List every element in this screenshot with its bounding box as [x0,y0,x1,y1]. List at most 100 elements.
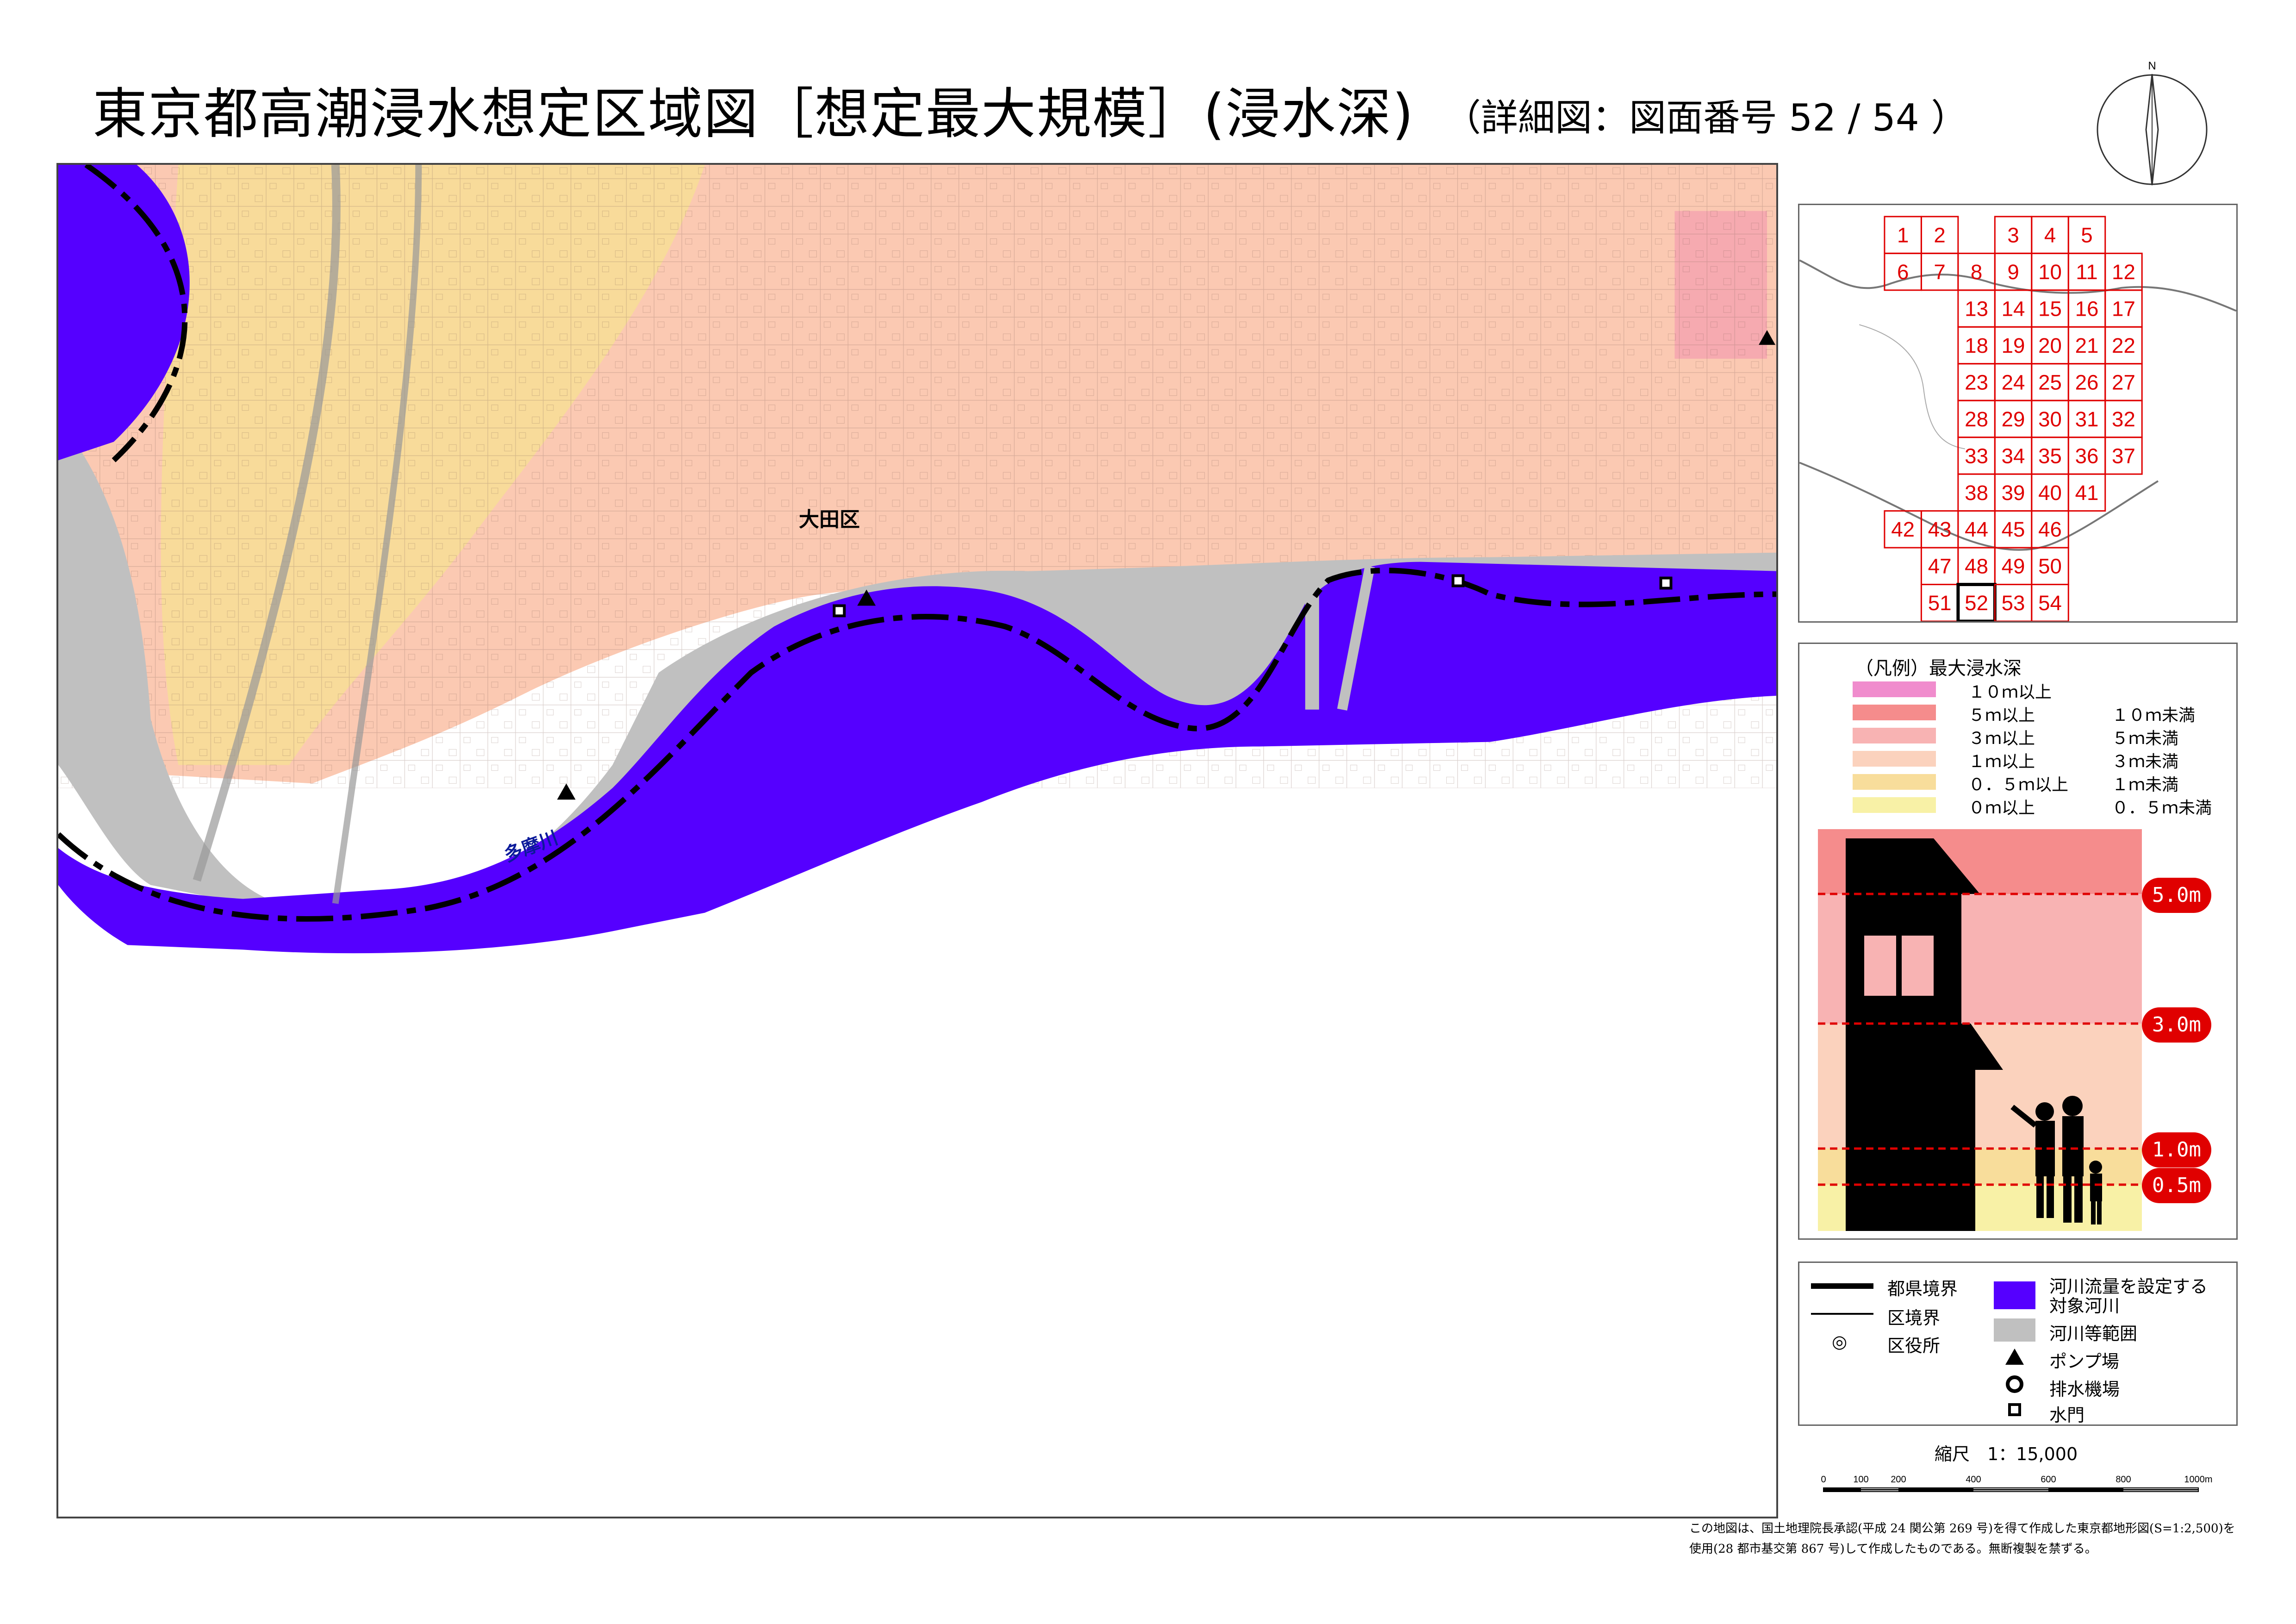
legend-swatch [1853,728,1936,743]
depth-legend: （凡例）最大浸水深 １０ｍ以上 ５ｍ以上 １０ｍ未満 ３ｍ以上 ５ｍ未満 １ｍ以… [1798,643,2238,1240]
ward-border-label: 区境界 [1887,1308,1941,1328]
index-cell-label: 35 [2038,444,2062,468]
scale-tick: 200 [1891,1474,1906,1485]
scale-tick: 800 [2116,1474,2131,1485]
index-cell-label: 53 [2002,591,2025,615]
river-area-label: 河川等範囲 [2049,1324,2138,1344]
index-cell-label: 1 [1897,223,1909,247]
scale-tick: 600 [2041,1474,2056,1485]
water-gate-icon[interactable] [1659,576,1673,590]
pump-icon [2005,1349,2024,1365]
scale-tick: 400 [1966,1474,1981,1485]
water-gate-icon[interactable] [1451,574,1465,587]
index-cell-label: 48 [1965,555,1988,578]
index-cell-label: 46 [2038,518,2062,541]
legend-swatch [1853,774,1936,790]
depth-legend-title: （凡例）最大浸水深 [1855,658,2022,679]
index-cell-label: 21 [2075,334,2099,357]
pump-label: ポンプ場 [2049,1351,2119,1372]
legend-min: １ｍ以上 [1968,752,2035,771]
index-cell-label: 44 [1965,518,1988,541]
map-canvas[interactable] [58,165,1776,1517]
scale-tick: 100 [1853,1474,1868,1485]
scale-tick: 0 [1821,1474,1826,1485]
index-cell-label: 34 [2002,444,2025,468]
index-cell-label: 8 [1971,260,1982,284]
index-cell-label: 25 [2038,370,2062,394]
legend-row-3-5m: ３ｍ以上 ５ｍ未満 [1853,725,2214,748]
drain-label: 排水機場 [2049,1379,2120,1399]
index-cell-label: 26 [2075,370,2099,394]
index-cell-label: 33 [1965,444,1988,468]
legend-row-0-05m: ０ｍ以上 ０．５ｍ未満 [1853,794,2214,818]
index-cell-label: 42 [1891,518,1915,541]
index-cell-label: 12 [2112,260,2135,284]
index-cell-label: 38 [1965,481,1988,505]
water-gate-icon[interactable] [833,604,846,618]
index-cell-label: 36 [2075,444,2099,468]
index-cell-label: 18 [1965,334,1988,357]
legend-row-05-1m: ０．５ｍ以上 １ｍ未満 [1853,771,2214,794]
legend-swatch [1853,681,1936,697]
legend-max: １０ｍ未満 [2112,706,2196,725]
index-cell-label: 51 [1928,591,1952,615]
index-cell-label: 52 [1965,591,1988,615]
index-cell-label: 41 [2075,481,2099,505]
ward-label: 大田区 [799,508,860,531]
index-map: 1 2 3 4 5 6 7 8 9 10 11 12 13 14 15 16 17 18 19 20 21 22 23 24 2… [1798,204,2238,623]
index-cell-label: 24 [2002,370,2025,394]
compass-icon: N [2097,60,2208,186]
page-title: 東京都高潮浸水想定区域図［想定最大規模］(浸水深) [93,82,1415,146]
legend-row-5-10m: ５ｍ以上 １０ｍ未満 [1853,702,2214,725]
copyright-note: この地図は、国土地理院長承認(平成 24 関公第 269 号)を得て作成した東京… [1689,1522,2235,1556]
target-river-label-2: 対象河川 [2049,1296,2120,1316]
legend-max: ５ｍ未満 [2112,729,2179,748]
scale-tick: 1000m [2184,1474,2212,1485]
legend-min: １０ｍ以上 [1968,683,2052,702]
index-cell-label: 49 [2002,555,2025,578]
ward-office-label: 区役所 [1887,1336,1941,1356]
index-cell-label: 9 [2007,260,2019,284]
index-cell-label: 45 [2002,518,2025,541]
legend-min: ３ｍ以上 [1968,729,2035,748]
target-river-swatch [1994,1281,2035,1309]
index-cell-label: 20 [2038,334,2062,357]
depth-marker-05m: 0.5m [2142,1168,2211,1203]
index-cell-label: 40 [2038,481,2062,505]
index-cell-label: 14 [2002,297,2025,320]
index-cell-label: 16 [2075,297,2099,320]
index-map-canvas: 1 2 3 4 56 7 8 9 10 11 1213 14 15 16 1718 19 20 21 2223 24 2… [1799,216,2236,621]
index-cell-label: 30 [2038,407,2062,431]
index-cell-label: 28 [1965,407,1988,431]
legend-row-10m: １０ｍ以上 [1853,679,2214,702]
legend-max: １ｍ未満 [2112,775,2179,794]
index-cell-label: 50 [2038,555,2062,578]
index-cell-label: 6 [1897,260,1909,284]
index-cell-label: 23 [1965,370,1988,394]
scale-bar: 0 100 200 400 600 800 1000m [1821,1474,2213,1492]
sheet-number: （詳細図：図面番号 52 / 54 ） [1444,96,1968,139]
gate-icon [2008,1403,2021,1416]
index-outline [1859,324,1965,450]
index-cell-label: 39 [2002,481,2025,505]
index-cell-label: 54 [2038,591,2062,615]
ward-office-icon: ◎ [1832,1331,1848,1352]
index-cell-label: 15 [2038,297,2062,320]
index-cell-label: 4 [2044,223,2056,247]
legend-row-1-3m: １ｍ以上 ３ｍ未満 [1853,748,2214,771]
index-cell-label: 2 [1934,223,1945,247]
legend-min: ５ｍ以上 [1968,706,2035,725]
index-cell-label: 17 [2112,297,2135,320]
legend-swatch [1853,797,1936,813]
index-cell-label: 3 [2007,223,2019,247]
river-area-swatch [1994,1318,2035,1342]
main-map[interactable]: 大田区 多摩川 [56,163,1778,1518]
index-cell-label: 7 [1934,260,1945,284]
index-cell-label: 32 [2112,407,2135,431]
legend-min: ０．５ｍ以上 [1968,775,2069,794]
index-cell-label: 31 [2075,407,2099,431]
gate-label: 水門 [2049,1405,2085,1425]
legend-swatch [1853,705,1936,720]
index-cell-label: 19 [2002,334,2025,357]
legend-min: ０ｍ以上 [1968,799,2035,818]
